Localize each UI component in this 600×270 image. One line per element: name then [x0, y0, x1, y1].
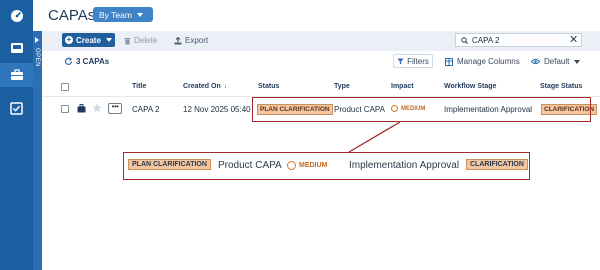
- star-icon[interactable]: [92, 103, 102, 113]
- cell-created-on: 12 Nov 2025 05:40: [183, 105, 251, 114]
- export-icon: [174, 36, 182, 44]
- default-view-label: Default: [544, 57, 570, 66]
- chevron-right-icon: [35, 37, 39, 43]
- dashboard-icon: [10, 9, 23, 22]
- caret-down-icon: [105, 38, 112, 42]
- view-selector-label: By Team: [99, 9, 132, 20]
- column-header-stage-status[interactable]: Stage Status: [540, 83, 582, 90]
- eye-icon: [531, 58, 540, 65]
- impact-ring-icon: [287, 161, 296, 170]
- search-icon: [461, 37, 468, 44]
- row-more-actions-button[interactable]: •••: [108, 103, 122, 114]
- nav-tasks[interactable]: [6, 98, 27, 119]
- view-selector-button[interactable]: By Team: [93, 7, 153, 22]
- caret-down-icon: [574, 59, 581, 64]
- nav-dashboard[interactable]: [6, 5, 27, 26]
- briefcase-icon: [77, 104, 86, 113]
- record-count-label: 3 CAPAs: [76, 57, 110, 66]
- search-input[interactable]: [472, 35, 562, 46]
- manage-columns-label: Manage Columns: [457, 57, 520, 66]
- clear-search-icon[interactable]: ✕: [569, 35, 578, 46]
- callout-impact-label: MEDIUM: [299, 162, 328, 169]
- select-all-checkbox[interactable]: [61, 83, 69, 91]
- callout-status-badge: PLAN CLARIFICATION: [128, 159, 211, 170]
- column-header-impact[interactable]: Impact: [391, 83, 414, 90]
- inbox-icon: [10, 42, 23, 53]
- row-checkbox[interactable]: [61, 105, 69, 113]
- nav-inbox[interactable]: [6, 37, 27, 58]
- callout-type: Product CAPA: [218, 160, 282, 171]
- column-header-type[interactable]: Type: [334, 83, 350, 90]
- page-title: CAPAs: [48, 7, 96, 24]
- caret-down-icon: [136, 12, 143, 17]
- row-highlight-box: [252, 97, 591, 122]
- manage-columns-button[interactable]: Manage Columns: [445, 57, 520, 66]
- delete-label: Delete: [134, 36, 158, 45]
- briefcase-icon: [10, 69, 23, 80]
- create-button[interactable]: + Create: [62, 33, 115, 47]
- column-header-status[interactable]: Status: [258, 83, 279, 90]
- record-count: 3 CAPAs: [64, 57, 109, 66]
- column-header-workflow-stage[interactable]: Workflow Stage: [444, 83, 496, 90]
- column-header-created-on-label: Created On: [183, 83, 221, 90]
- callout-workflow-stage: Implementation Approval: [349, 160, 460, 171]
- default-view-selector[interactable]: Default: [531, 57, 581, 66]
- export-button[interactable]: Export: [174, 36, 208, 45]
- columns-icon: [445, 57, 453, 66]
- column-header-created-on[interactable]: Created On ↓: [183, 83, 227, 90]
- trash-icon: [124, 37, 131, 44]
- cell-title[interactable]: CAPA 2: [132, 105, 159, 114]
- delete-button[interactable]: Delete: [124, 36, 157, 45]
- refresh-icon[interactable]: [64, 57, 73, 66]
- filter-icon: [397, 58, 404, 64]
- plus-icon: +: [65, 35, 73, 44]
- open-label: OPEN: [34, 48, 40, 68]
- filters-label: Filters: [407, 56, 429, 66]
- search-box: ✕: [455, 33, 582, 47]
- callout-impact: MEDIUM: [287, 161, 327, 173]
- filters-button[interactable]: Filters: [393, 54, 433, 68]
- nav-capa[interactable]: [0, 63, 33, 87]
- callout-stage-status-badge: CLARIFICATION: [466, 159, 528, 170]
- create-label: Create: [76, 35, 101, 45]
- column-header-title[interactable]: Title: [132, 83, 146, 90]
- sort-down-icon: ↓: [223, 83, 228, 90]
- export-label: Export: [185, 36, 209, 45]
- checkbox-icon: [10, 102, 23, 115]
- open-panel-toggle[interactable]: OPEN: [33, 31, 42, 270]
